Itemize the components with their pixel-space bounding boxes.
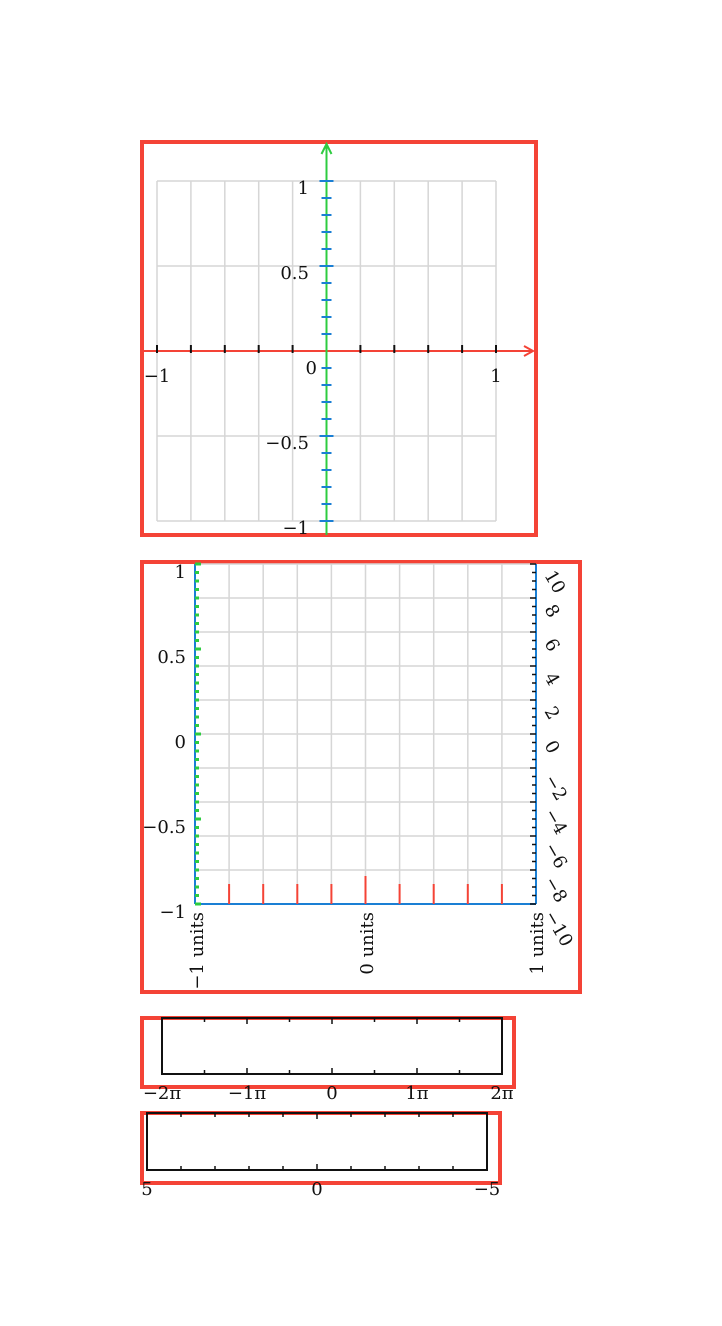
chart-1-x-tick-label: 1 bbox=[490, 366, 501, 387]
chart-2-right-tick-label: 8 bbox=[540, 601, 564, 621]
chart-2-y-tick-label: −1 bbox=[159, 902, 186, 923]
chart-4-plot-box bbox=[146, 1112, 488, 1171]
chart-3-x-tick-label: 1π bbox=[405, 1083, 428, 1104]
chart-2-right-tick-label: −6 bbox=[540, 839, 571, 872]
chart-3-x-tick-label: 2π bbox=[490, 1083, 513, 1104]
chart-2-left-tick-labels: −1 −0.5 0 0.5 1 bbox=[142, 562, 186, 923]
chart-1-x-tick-label: −1 bbox=[144, 366, 171, 387]
chart-2-y-tick-label: 0.5 bbox=[157, 647, 186, 668]
chart-2-x-tick-label: 0 units bbox=[357, 912, 378, 975]
chart-2-bottom-tick-labels: −1 units 0 units 1 units bbox=[187, 912, 548, 990]
chart-3: −2π −1π 0 1π 2π bbox=[140, 1016, 516, 1104]
chart-2-right-tick-label: −4 bbox=[540, 805, 571, 838]
chart-2: −1 −0.5 0 0.5 1 −1 units 0 units 1 units… bbox=[140, 560, 582, 994]
chart-2-right-tick-labels: 10 8 6 4 2 0 −2 −4 −6 −8 −10 bbox=[540, 567, 577, 950]
chart-1-y-tick-label: 0.5 bbox=[280, 263, 309, 284]
chart-1-frame bbox=[140, 140, 538, 537]
chart-2-right-tick-label: −2 bbox=[540, 771, 571, 804]
chart-2-x-tick-label: −1 units bbox=[187, 912, 208, 990]
chart-4: 5 0 −5 bbox=[140, 1111, 502, 1200]
chart-3-x-tick-label: −2π bbox=[143, 1083, 182, 1104]
chart-2-y-tick-label: −0.5 bbox=[142, 817, 186, 838]
chart-2-right-tick-label: −8 bbox=[540, 873, 571, 906]
chart-2-y-tick-label: 1 bbox=[175, 562, 186, 583]
chart-1-y-tick-label: 1 bbox=[298, 178, 309, 199]
chart-1-y-tick-label: −1 bbox=[282, 518, 309, 539]
chart-1-y-tick-label: 0 bbox=[306, 358, 317, 379]
chart-4-frame bbox=[140, 1111, 502, 1185]
chart-4-x-tick-label: 5 bbox=[141, 1179, 152, 1200]
chart-2-right-tick-label: 4 bbox=[540, 669, 564, 689]
chart-2-grid bbox=[194, 563, 537, 905]
chart-1: −1 1 −1 −0.5 0 0.5 1 bbox=[140, 140, 538, 539]
chart-1-y-tick-label: −0.5 bbox=[265, 433, 309, 454]
chart-4-x-tick-label: 0 bbox=[311, 1179, 322, 1200]
chart-1-axes bbox=[142, 141, 536, 535]
chart-4-ticks bbox=[146, 1113, 488, 1170]
chart-3-frame bbox=[140, 1016, 516, 1089]
chart-3-plot-box bbox=[161, 1017, 503, 1075]
chart-3-x-tick-label: 0 bbox=[326, 1083, 337, 1104]
chart-2-right-tick-label: 2 bbox=[540, 703, 564, 723]
chart-4-x-tick-label: −5 bbox=[474, 1179, 501, 1200]
chart-2-right-tick-label: 10 bbox=[540, 567, 570, 597]
chart-3-ticks bbox=[161, 1018, 503, 1074]
chart-2-right-tick-label: 6 bbox=[540, 635, 564, 655]
chart-2-y-tick-label: 0 bbox=[175, 732, 186, 753]
chart-2-right-tick-label: 0 bbox=[540, 737, 564, 757]
chart-3-x-tick-label: −1π bbox=[228, 1083, 267, 1104]
figure-canvas: −1 1 −1 −0.5 0 0.5 1 −1 −0.5 0 0.5 1 −1 … bbox=[140, 140, 582, 1200]
